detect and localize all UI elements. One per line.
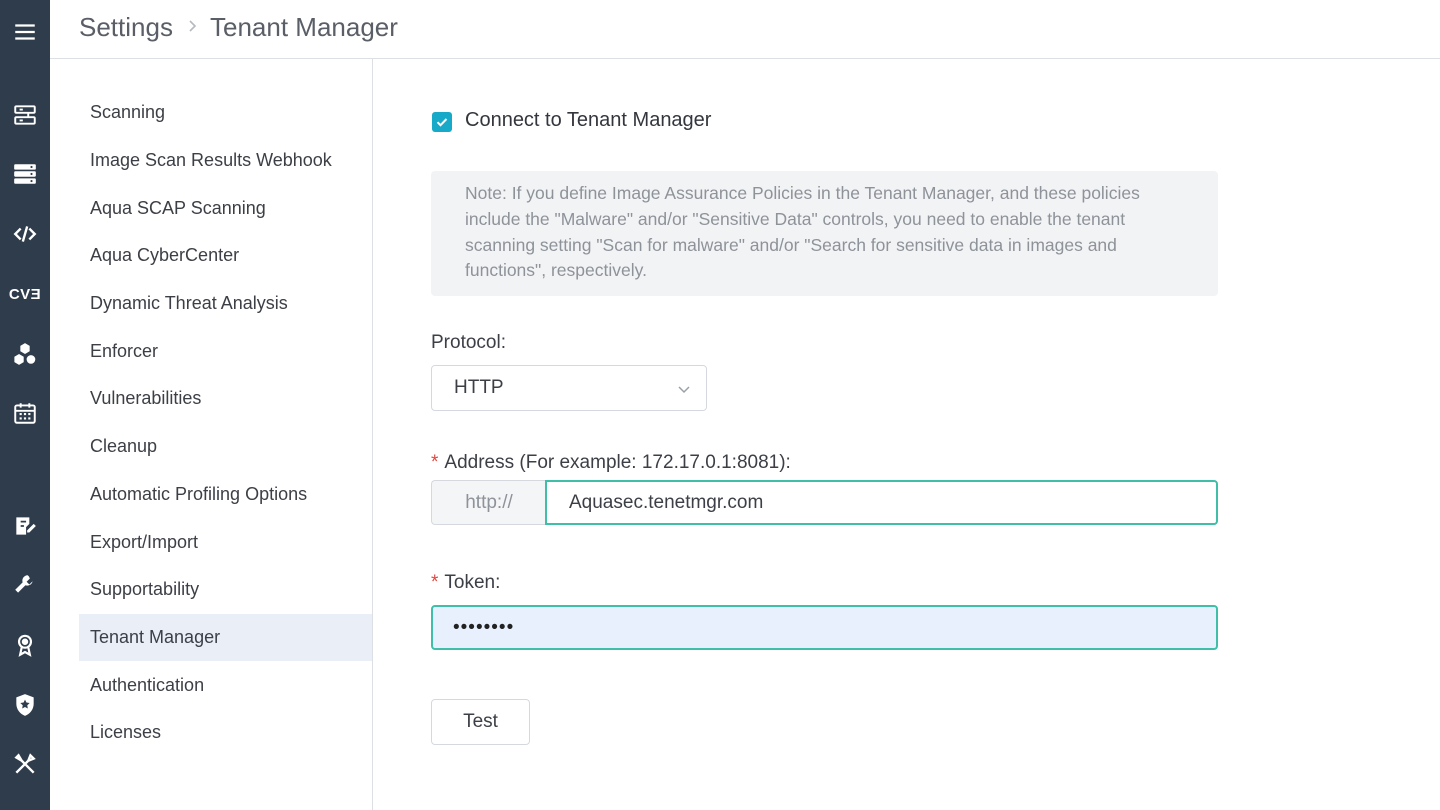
network-icon[interactable]	[9, 99, 41, 131]
page-header: Settings Tenant Manager	[50, 0, 1440, 59]
code-icon[interactable]	[9, 218, 41, 250]
shield-icon[interactable]	[9, 689, 41, 721]
cluster-icon[interactable]	[9, 338, 41, 370]
protocol-label: Protocol:	[431, 332, 506, 353]
menu-icon[interactable]	[9, 16, 41, 48]
nav-rail: CVƎ	[0, 0, 50, 810]
badge-icon[interactable]	[9, 629, 41, 661]
calendar-icon[interactable]	[9, 397, 41, 429]
menu-item-automatic-profiling-options[interactable]: Automatic Profiling Options	[79, 471, 372, 518]
protocol-select-value: HTTP	[454, 377, 504, 398]
info-note: Note: If you define Image Assurance Poli…	[431, 171, 1218, 296]
required-marker: *	[431, 452, 439, 473]
breadcrumb-settings[interactable]: Settings	[79, 12, 173, 43]
menu-item-aqua-scap-scanning[interactable]: Aqua SCAP Scanning	[79, 185, 372, 232]
tools-icon[interactable]	[9, 748, 41, 780]
chevron-right-icon	[189, 20, 197, 32]
menu-item-supportability[interactable]: Supportability	[79, 566, 372, 613]
token-input[interactable]	[431, 605, 1218, 650]
menu-item-licenses[interactable]: Licenses	[79, 709, 372, 756]
cve-icon-text: CVƎ	[8, 285, 42, 303]
protocol-select[interactable]: HTTP	[431, 365, 707, 411]
check-icon	[436, 118, 448, 127]
menu-item-authentication[interactable]: Authentication	[79, 662, 372, 709]
settings-menu: Scanning Image Scan Results Webhook Aqua…	[50, 59, 373, 810]
menu-item-cleanup[interactable]: Cleanup	[79, 423, 372, 470]
server-icon[interactable]	[9, 158, 41, 190]
address-prefix: http://	[431, 480, 546, 525]
menu-item-export-import[interactable]: Export/Import	[79, 519, 372, 566]
connect-checkbox-label[interactable]: Connect to Tenant Manager	[465, 109, 711, 132]
tenant-manager-form: Connect to Tenant Manager Note: If you d…	[373, 59, 1440, 810]
chevron-down-icon	[678, 386, 690, 394]
token-label: * Token:	[431, 572, 500, 594]
test-button[interactable]: Test	[431, 699, 530, 745]
menu-item-aqua-cybercenter[interactable]: Aqua CyberCenter	[79, 232, 372, 279]
menu-item-vulnerabilities[interactable]: Vulnerabilities	[79, 375, 372, 422]
address-input[interactable]	[545, 480, 1218, 525]
menu-item-image-scan-results-webhook[interactable]: Image Scan Results Webhook	[79, 137, 372, 184]
menu-item-dynamic-threat-analysis[interactable]: Dynamic Threat Analysis	[79, 280, 372, 327]
address-label: * Address (For example: 172.17.0.1:8081):	[431, 452, 791, 474]
wrench-icon[interactable]	[9, 569, 41, 601]
report-icon[interactable]	[9, 510, 41, 542]
required-marker: *	[431, 572, 439, 593]
menu-item-enforcer[interactable]: Enforcer	[79, 328, 372, 375]
connect-checkbox[interactable]	[432, 112, 452, 132]
address-label-text: Address (For example: 172.17.0.1:8081):	[444, 452, 791, 473]
page-title: Tenant Manager	[210, 12, 398, 42]
cve-icon[interactable]: CVƎ	[9, 278, 41, 310]
menu-item-tenant-manager[interactable]: Tenant Manager	[79, 614, 372, 661]
token-label-text: Token:	[444, 572, 501, 593]
menu-item-scanning[interactable]: Scanning	[79, 89, 372, 136]
